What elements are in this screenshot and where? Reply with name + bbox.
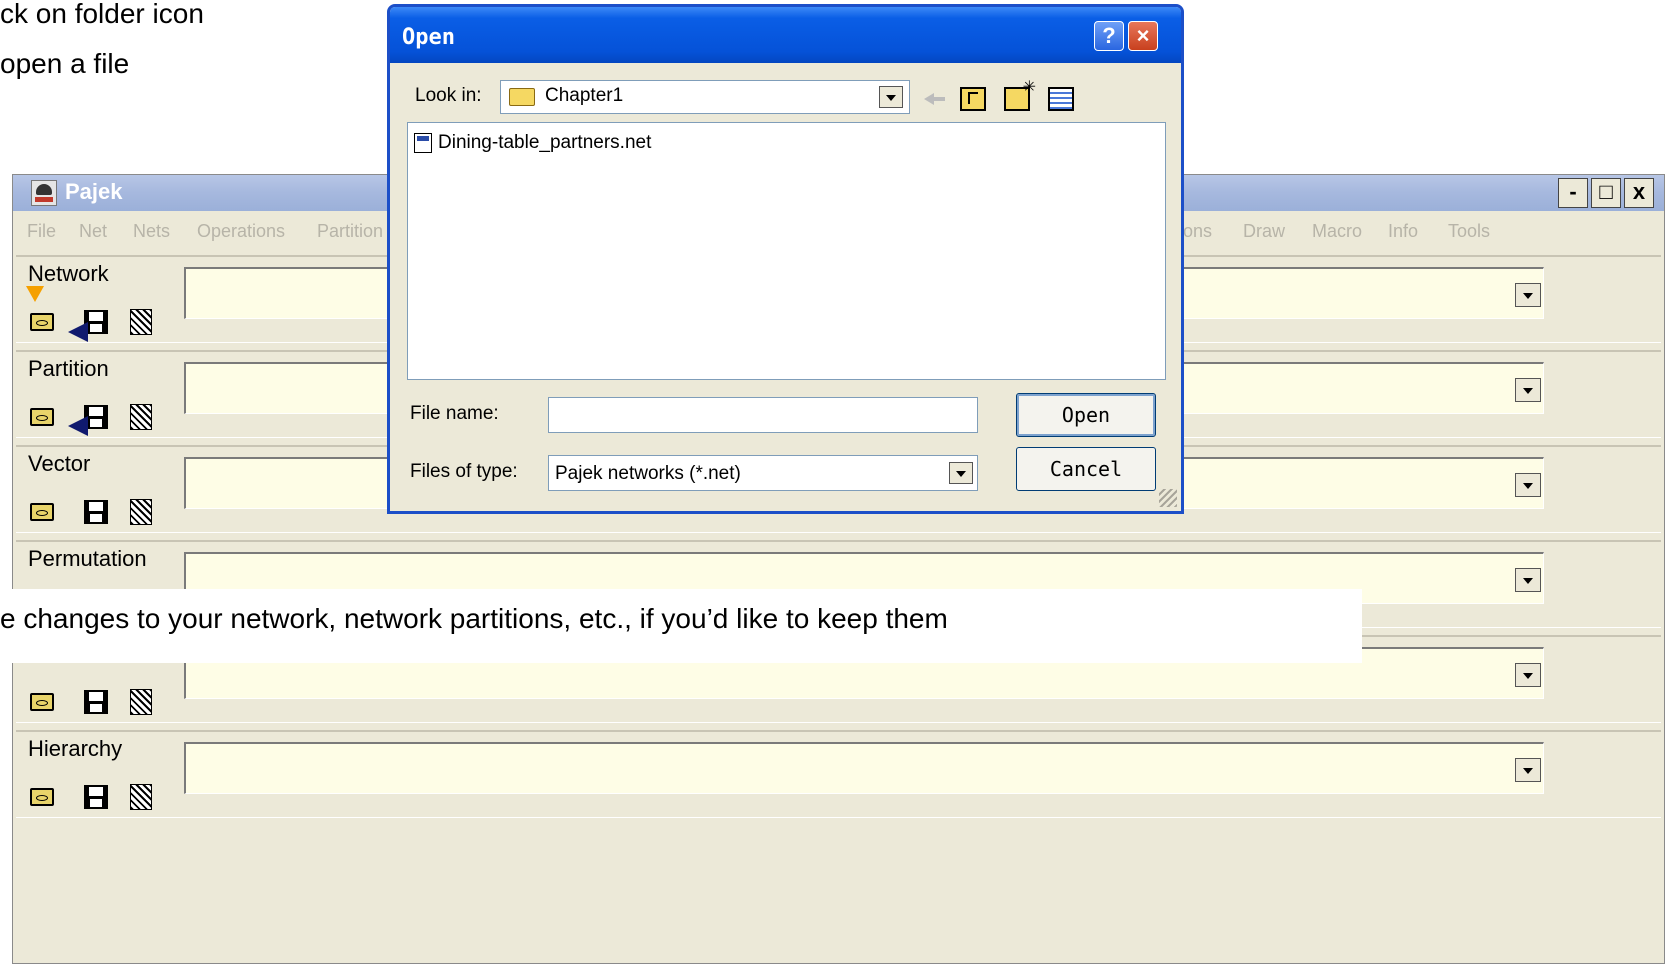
file-name: Dining-table_partners.net xyxy=(438,132,652,153)
file-name-label: File name: xyxy=(410,403,499,424)
list-item[interactable]: Dining-table_partners.net xyxy=(408,123,708,163)
menu-file[interactable]: File xyxy=(27,221,56,242)
look-in-value: Chapter1 xyxy=(545,85,624,106)
files-of-type-value: Pajek networks (*.net) xyxy=(555,463,741,484)
open-folder-icon[interactable] xyxy=(28,402,56,430)
maximize-button[interactable]: □ xyxy=(1591,178,1621,208)
views-menu-icon[interactable] xyxy=(1048,87,1074,111)
menu-draw[interactable]: Draw xyxy=(1243,221,1285,242)
edit-icon[interactable] xyxy=(126,402,154,430)
network-label: Network xyxy=(28,261,109,286)
save-icon[interactable] xyxy=(81,782,109,810)
open-folder-icon[interactable] xyxy=(28,687,56,715)
open-dialog: Open ? × Look in: Chapter1 Dining-table_… xyxy=(387,4,1184,514)
network-file-icon xyxy=(414,133,432,153)
menu-partition[interactable]: Partition xyxy=(317,221,383,242)
partition-label: Partition xyxy=(28,356,109,381)
permutation-label: Permutation xyxy=(28,546,147,571)
pajek-title: Pajek xyxy=(65,179,123,204)
instruction-line-2: open a file xyxy=(0,48,130,79)
edit-icon[interactable] xyxy=(126,497,154,525)
open-folder-icon[interactable] xyxy=(28,497,56,525)
close-button[interactable]: x xyxy=(1624,178,1654,208)
resize-grip-icon[interactable] xyxy=(1159,489,1177,507)
open-button[interactable]: Open xyxy=(1016,393,1156,437)
files-of-type-label: Files of type: xyxy=(410,461,518,482)
caption-box: e changes to your network, network parti… xyxy=(0,589,1362,663)
navy-arrow-icon xyxy=(68,322,88,342)
menu-info[interactable]: Info xyxy=(1388,221,1418,242)
minimize-button[interactable]: - xyxy=(1558,178,1588,208)
save-icon[interactable] xyxy=(81,497,109,525)
chevron-down-icon[interactable] xyxy=(1515,568,1541,592)
look-in-combo[interactable]: Chapter1 xyxy=(500,80,910,114)
chevron-down-icon[interactable] xyxy=(879,86,903,108)
menu-nets[interactable]: Nets xyxy=(133,221,170,242)
navy-arrow-icon xyxy=(68,416,88,436)
up-one-level-icon[interactable] xyxy=(960,87,986,111)
folder-icon xyxy=(509,88,535,106)
menu-tools[interactable]: Tools xyxy=(1448,221,1490,242)
orange-arrow-icon xyxy=(26,286,44,302)
save-icon[interactable] xyxy=(81,687,109,715)
chevron-down-icon[interactable] xyxy=(1515,283,1541,307)
hierarchy-label: Hierarchy xyxy=(28,736,123,761)
hierarchy-pane: Hierarchy xyxy=(16,730,1661,818)
edit-icon[interactable] xyxy=(126,307,154,335)
chevron-down-icon[interactable] xyxy=(1515,378,1541,402)
open-folder-icon[interactable] xyxy=(28,782,56,810)
cancel-button[interactable]: Cancel xyxy=(1016,447,1156,491)
chevron-down-icon[interactable] xyxy=(1515,758,1541,782)
chevron-down-icon[interactable] xyxy=(1515,473,1541,497)
pajek-app-icon xyxy=(31,180,57,206)
new-folder-icon[interactable] xyxy=(1004,77,1036,111)
back-arrow-icon[interactable] xyxy=(922,87,948,111)
look-in-label: Look in: xyxy=(415,85,482,106)
caption-save-reminder: e changes to your network, network parti… xyxy=(0,603,948,634)
hierarchy-combo[interactable] xyxy=(184,742,1544,794)
menu-operations[interactable]: Operations xyxy=(197,221,285,242)
dialog-title: Open xyxy=(402,25,455,50)
menu-net[interactable]: Net xyxy=(79,221,107,242)
file-name-field[interactable] xyxy=(548,397,978,433)
files-of-type-select[interactable]: Pajek networks (*.net) xyxy=(548,455,978,491)
open-folder-icon[interactable] xyxy=(28,307,56,335)
chevron-down-icon[interactable] xyxy=(1515,663,1541,687)
chevron-down-icon[interactable] xyxy=(949,462,973,484)
vector-label: Vector xyxy=(28,451,91,476)
edit-icon[interactable] xyxy=(126,687,154,715)
edit-icon[interactable] xyxy=(126,782,154,810)
file-list: Dining-table_partners.net xyxy=(407,122,1166,380)
instruction-line-1: ck on folder icon xyxy=(0,0,204,29)
help-button[interactable]: ? xyxy=(1094,21,1124,51)
dialog-close-button[interactable]: × xyxy=(1128,21,1158,51)
dialog-titlebar: Open ? × xyxy=(390,7,1181,63)
menu-macro[interactable]: Macro xyxy=(1312,221,1362,242)
